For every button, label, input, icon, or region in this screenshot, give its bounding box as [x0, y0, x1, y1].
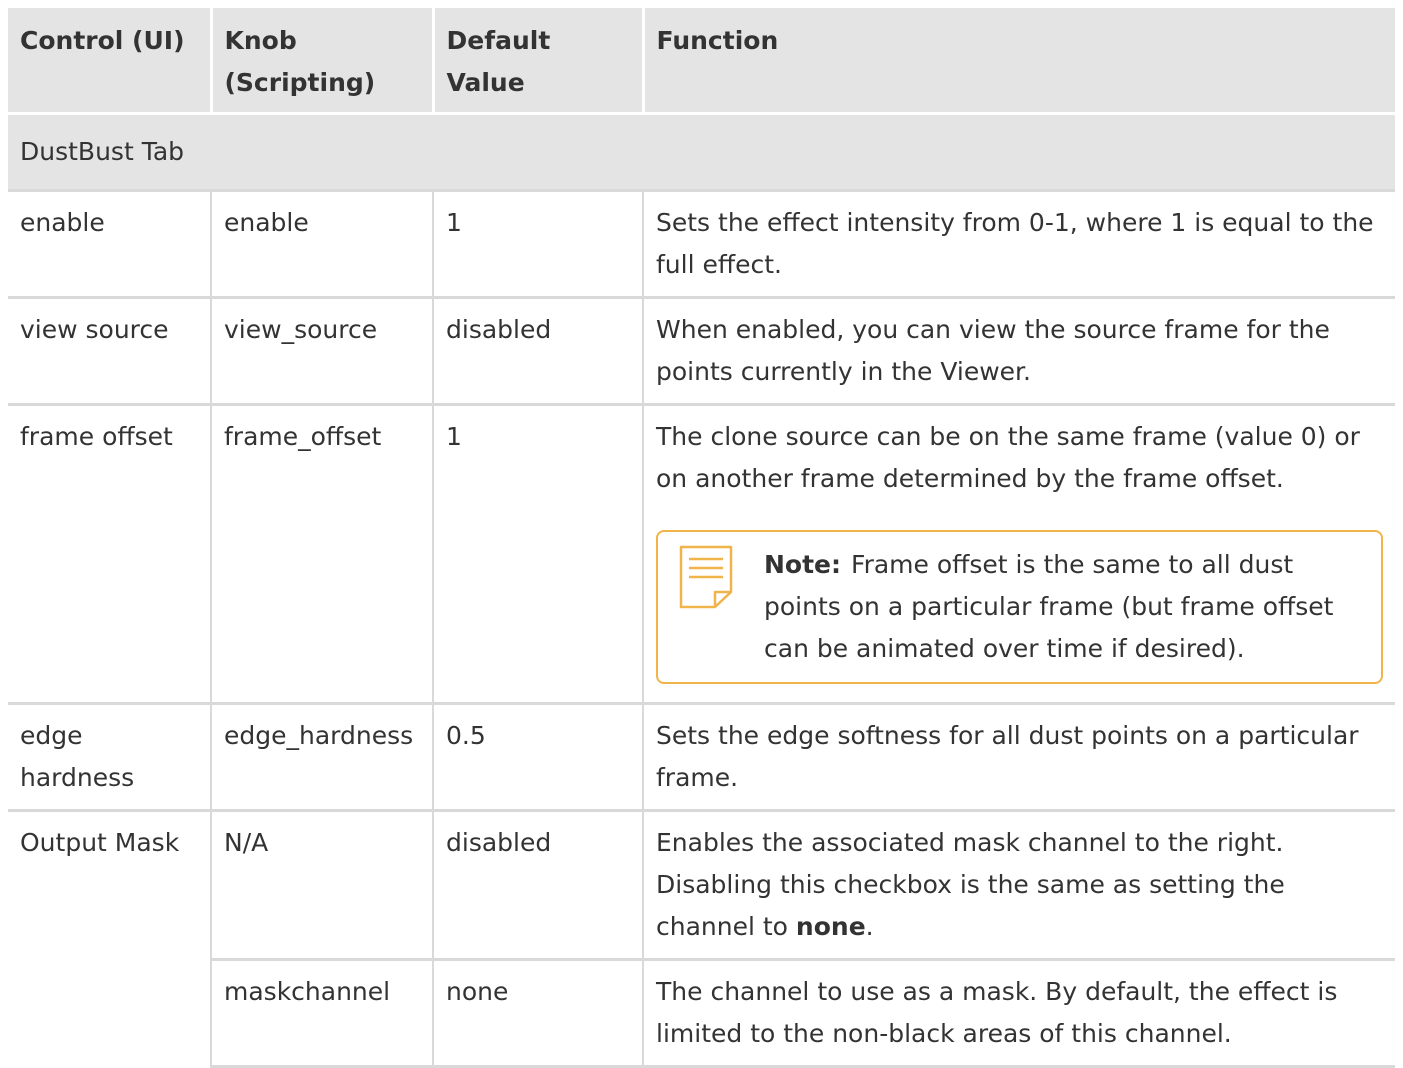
table-row: enable enable 1 Sets the effect intensit…	[8, 190, 1395, 299]
function-cell: Sets the effect intensity from 0-1, wher…	[642, 190, 1395, 299]
header-control: Control (UI)	[8, 8, 211, 115]
function-cell: Enables the associated mask channel to t…	[642, 810, 1395, 961]
header-row: Control (UI) Knob (Scripting) Default Valu…	[8, 8, 1395, 115]
knob-cell: N/A	[210, 810, 433, 961]
control-cell: Output Mask	[20, 828, 180, 857]
function-cell: The channel to use as a mask. By default…	[642, 959, 1395, 1068]
knob-cell: enable	[210, 190, 433, 299]
control-cell: frame offset	[8, 404, 211, 705]
header-default: Default Value	[431, 8, 643, 115]
default-cell: 1	[432, 404, 643, 705]
control-cell: view source	[8, 297, 211, 406]
function-cell: Sets the edge softness for all dust poin…	[642, 703, 1395, 812]
default-cell: 1	[432, 190, 643, 299]
section-title: DustBust Tab	[8, 113, 1395, 192]
function-cell: The clone source can be on the same fram…	[642, 404, 1395, 705]
section-row: DustBust Tab	[8, 113, 1395, 192]
table-row: view source view_source disabled When en…	[8, 297, 1395, 406]
default-cell: disabled	[432, 297, 643, 406]
default-cell: 0.5	[432, 703, 643, 812]
header-knob: Knob (Scripting)	[209, 8, 433, 115]
keyword-none: none	[795, 912, 866, 941]
default-cell: none	[432, 959, 643, 1068]
parameters-table: Control (UI) Knob (Scripting) Default Valu…	[8, 8, 1395, 1068]
note-body: Frame offset is the same to all dust poi…	[764, 550, 1334, 663]
note-text: Note: Frame offset is the same to all dus…	[764, 544, 1361, 670]
knob-cell: frame_offset	[210, 404, 433, 705]
table-row: frame offset frame_offset 1 The clone so…	[8, 404, 1395, 705]
table-row: Output Mask N/A disabled Enables the ass…	[8, 810, 1395, 961]
knob-cell: view_source	[210, 297, 433, 406]
knob-cell: edge_hardness	[210, 703, 433, 812]
control-cell: enable	[8, 190, 211, 299]
header-function: Function	[641, 8, 1395, 115]
note-label: Note:	[764, 550, 842, 579]
knob-cell: maskchannel	[210, 959, 433, 1068]
note-box: Note: Frame offset is the same to all dus…	[656, 530, 1383, 684]
note-icon	[679, 545, 733, 609]
table-row: edge hardness edge_hardness 0.5 Sets the…	[8, 703, 1395, 812]
control-cell: edge hardness	[8, 703, 211, 812]
table-row: maskchannel none The channel to use as a…	[8, 959, 1395, 1068]
function-cell: When enabled, you can view the source fr…	[642, 297, 1395, 406]
default-cell: disabled	[432, 810, 643, 961]
function-text: The clone source can be on the same fram…	[656, 422, 1360, 493]
